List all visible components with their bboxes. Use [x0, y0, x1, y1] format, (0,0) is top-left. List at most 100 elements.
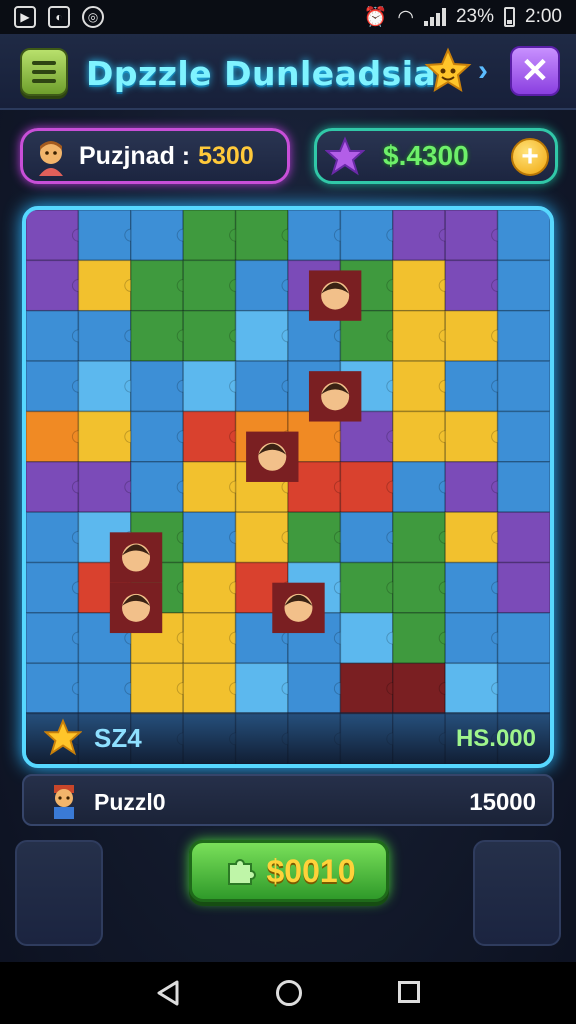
character-piece-icon[interactable]: [308, 371, 362, 422]
puzzle-piece[interactable]: [392, 511, 446, 564]
character-piece-icon[interactable]: [272, 582, 325, 634]
puzzle-piece[interactable]: [26, 360, 80, 413]
character-piece-icon[interactable]: [109, 582, 163, 634]
puzzle-piece[interactable]: [496, 561, 550, 614]
puzzle-piece[interactable]: [392, 662, 446, 715]
puzzle-piece[interactable]: [444, 561, 499, 614]
puzzle-piece[interactable]: [26, 410, 80, 463]
puzzle-piece[interactable]: [77, 259, 132, 312]
puzzle-piece[interactable]: [287, 210, 342, 262]
puzzle-piece[interactable]: [77, 410, 132, 463]
recent-apps-icon[interactable]: [398, 981, 420, 1003]
puzzle-piece[interactable]: [130, 360, 184, 413]
puzzle-piece[interactable]: [130, 410, 184, 463]
puzzle-piece[interactable]: [77, 461, 132, 513]
puzzle-piece[interactable]: [339, 210, 394, 262]
puzzle-piece[interactable]: [392, 360, 446, 413]
puzzle-piece[interactable]: [444, 309, 499, 362]
puzzle-piece[interactable]: [287, 511, 342, 564]
puzzle-piece[interactable]: [26, 662, 80, 715]
puzzle-piece[interactable]: [339, 561, 394, 614]
home-icon[interactable]: [276, 980, 302, 1006]
puzzle-piece[interactable]: [234, 360, 289, 413]
puzzle-piece[interactable]: [182, 612, 237, 665]
puzzle-piece[interactable]: [444, 612, 499, 665]
puzzle-grid[interactable]: [26, 210, 550, 764]
puzzle-piece[interactable]: [287, 662, 342, 715]
left-slot-button[interactable]: [15, 840, 103, 946]
puzzle-piece[interactable]: [77, 360, 132, 413]
puzzle-piece[interactable]: [182, 360, 237, 413]
puzzle-piece[interactable]: [130, 461, 184, 513]
puzzle-piece[interactable]: [392, 561, 446, 614]
character-piece-icon[interactable]: [246, 431, 299, 482]
puzzle-piece[interactable]: [130, 662, 184, 715]
puzzle-piece[interactable]: [339, 612, 394, 665]
puzzle-piece[interactable]: [182, 259, 237, 312]
puzzle-piece[interactable]: [392, 410, 446, 463]
right-slot-button[interactable]: [473, 840, 561, 946]
puzzle-piece[interactable]: [339, 461, 394, 513]
puzzle-piece[interactable]: [444, 360, 499, 413]
puzzle-piece[interactable]: [182, 309, 237, 362]
puzzle-piece[interactable]: [339, 511, 394, 564]
puzzle-piece[interactable]: [339, 662, 394, 715]
puzzle-piece[interactable]: [392, 612, 446, 665]
player-score-value: 5300: [198, 141, 254, 170]
puzzle-piece[interactable]: [444, 511, 499, 564]
puzzle-piece[interactable]: [444, 259, 499, 312]
character-piece-icon[interactable]: [109, 532, 163, 583]
chevron-right-icon[interactable]: ›: [478, 54, 488, 88]
star-icon[interactable]: [424, 47, 472, 95]
puzzle-piece[interactable]: [496, 210, 550, 262]
puzzle-piece[interactable]: [26, 210, 80, 262]
menu-button[interactable]: [20, 48, 68, 96]
puzzle-piece[interactable]: [392, 259, 446, 312]
puzzle-board[interactable]: SZ4 HS.000: [22, 206, 554, 768]
puzzle-piece[interactable]: [234, 511, 289, 564]
puzzle-piece[interactable]: [234, 259, 289, 312]
back-icon[interactable]: [155, 979, 181, 1007]
puzzle-piece[interactable]: [130, 309, 184, 362]
player-row[interactable]: Puzzl0 15000: [22, 774, 554, 826]
puzzle-piece[interactable]: [130, 210, 184, 262]
puzzle-piece[interactable]: [182, 662, 237, 715]
puzzle-piece[interactable]: [496, 511, 550, 564]
character-piece-icon[interactable]: [308, 270, 362, 321]
puzzle-piece[interactable]: [496, 461, 550, 513]
puzzle-piece[interactable]: [26, 561, 80, 614]
puzzle-piece[interactable]: [182, 511, 237, 564]
puzzle-piece[interactable]: [444, 210, 499, 262]
puzzle-piece[interactable]: [26, 309, 80, 362]
puzzle-piece[interactable]: [496, 662, 550, 715]
puzzle-piece[interactable]: [496, 612, 550, 665]
puzzle-piece[interactable]: [182, 561, 237, 614]
puzzle-piece[interactable]: [77, 662, 132, 715]
puzzle-piece[interactable]: [496, 309, 550, 362]
buy-button[interactable]: $0010: [189, 840, 389, 902]
puzzle-piece[interactable]: [392, 309, 446, 362]
puzzle-piece[interactable]: [496, 259, 550, 312]
puzzle-piece[interactable]: [444, 662, 499, 715]
puzzle-piece[interactable]: [496, 410, 550, 463]
puzzle-piece[interactable]: [392, 210, 446, 262]
puzzle-piece[interactable]: [182, 461, 237, 513]
puzzle-piece[interactable]: [26, 259, 80, 312]
puzzle-piece[interactable]: [182, 410, 237, 463]
puzzle-piece[interactable]: [26, 511, 80, 564]
puzzle-piece[interactable]: [444, 410, 499, 463]
puzzle-piece[interactable]: [26, 612, 80, 665]
puzzle-piece[interactable]: [496, 360, 550, 413]
puzzle-piece[interactable]: [444, 461, 499, 513]
puzzle-piece[interactable]: [234, 309, 289, 362]
puzzle-piece[interactable]: [392, 461, 446, 513]
puzzle-piece[interactable]: [26, 461, 80, 513]
add-money-button[interactable]: +: [511, 138, 549, 176]
puzzle-piece[interactable]: [130, 259, 184, 312]
puzzle-piece[interactable]: [77, 309, 132, 362]
close-button[interactable]: ✕: [510, 46, 560, 96]
puzzle-piece[interactable]: [234, 210, 289, 262]
puzzle-piece[interactable]: [234, 662, 289, 715]
puzzle-piece[interactable]: [182, 210, 237, 262]
puzzle-piece[interactable]: [77, 210, 132, 262]
